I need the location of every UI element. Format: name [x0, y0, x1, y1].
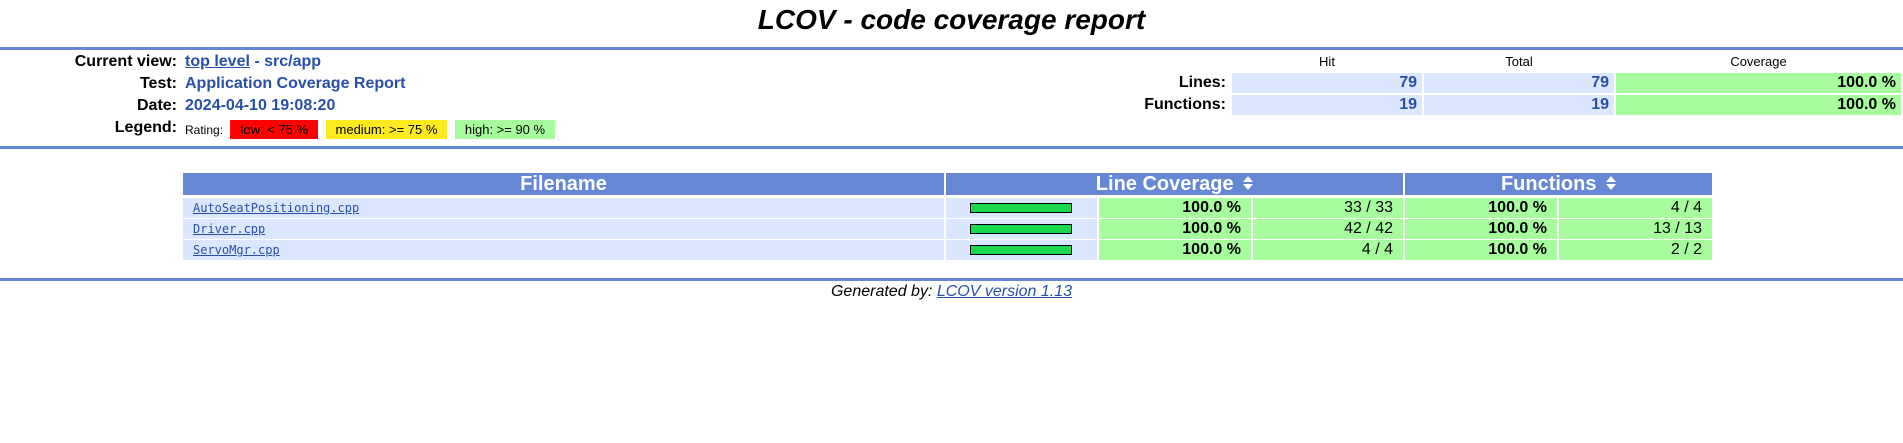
legend-low: low: < 75 % — [230, 120, 319, 139]
summary-lines-hit: 79 — [1232, 73, 1422, 93]
line-coverage-percent: 100.0 % — [1099, 198, 1251, 218]
legend-rating-label: Rating: — [185, 123, 224, 137]
current-view-value: top level - src/app — [185, 53, 321, 71]
coverage-bar — [970, 245, 1072, 255]
function-coverage-count: 13 / 13 — [1559, 219, 1712, 239]
summary-lines-total: 79 — [1424, 73, 1614, 93]
date-label: Date: — [136, 97, 177, 114]
filename-cell: AutoSeatPositioning.cpp — [183, 198, 944, 218]
col-line-coverage[interactable]: Line Coverage — [946, 173, 1403, 195]
summary-col-hit: Hit — [1319, 54, 1335, 69]
summary-functions-total: 19 — [1424, 95, 1614, 115]
header-ruler-bottom — [0, 146, 1903, 149]
coverage-bar-cell — [946, 240, 1097, 260]
line-coverage-count: 33 / 33 — [1253, 198, 1403, 218]
file-link[interactable]: ServoMgr.cpp — [193, 243, 280, 257]
line-coverage-percent: 100.0 % — [1099, 240, 1251, 260]
page-title: LCOV - code coverage report — [757, 4, 1146, 35]
file-link[interactable]: AutoSeatPositioning.cpp — [193, 201, 359, 215]
summary-functions-hit: 19 — [1232, 95, 1422, 115]
function-coverage-percent: 100.0 % — [1405, 240, 1557, 260]
col-filename-label: Filename — [520, 173, 607, 195]
legend-medium: medium: >= 75 % — [325, 120, 448, 139]
footer-prefix: Generated by: — [830, 283, 937, 300]
col-functions[interactable]: Functions — [1405, 173, 1712, 195]
test-value: Application Coverage Report — [185, 75, 406, 92]
test-label: Test: — [139, 75, 177, 92]
line-coverage-count: 4 / 4 — [1253, 240, 1403, 260]
summary-functions-label: Functions: — [1144, 96, 1226, 113]
current-view-path: - src/app — [249, 53, 322, 70]
coverage-bar — [970, 224, 1072, 234]
col-filename: Filename — [183, 173, 944, 195]
sort-icon[interactable] — [1606, 175, 1617, 191]
legend: Rating: low: < 75 % medium: >= 75 % high… — [185, 120, 556, 139]
current-view-label: Current view: — [74, 53, 177, 70]
summary-lines-label: Lines: — [1178, 74, 1226, 91]
sort-icon[interactable] — [1243, 175, 1254, 191]
filename-cell: Driver.cpp — [183, 219, 944, 239]
function-coverage-count: 4 / 4 — [1559, 198, 1712, 218]
top-level-link[interactable]: top level — [185, 53, 250, 70]
line-coverage-count: 42 / 42 — [1253, 219, 1403, 239]
function-coverage-percent: 100.0 % — [1405, 219, 1557, 239]
function-coverage-percent: 100.0 % — [1405, 198, 1557, 218]
header-ruler-top — [0, 47, 1903, 50]
lcov-version-link[interactable]: LCOV version 1.13 — [937, 283, 1072, 300]
line-coverage-percent: 100.0 % — [1099, 219, 1251, 239]
col-functions-label: Functions — [1500, 173, 1597, 195]
date-value: 2024-04-10 19:08:20 — [185, 97, 336, 114]
function-coverage-count: 2 / 2 — [1559, 240, 1712, 260]
summary-lines-coverage: 100.0 % — [1616, 73, 1901, 93]
col-line-coverage-label: Line Coverage — [1095, 173, 1234, 195]
summary-col-coverage: Coverage — [1730, 54, 1787, 69]
file-link[interactable]: Driver.cpp — [193, 222, 265, 236]
coverage-bar-cell — [946, 198, 1097, 218]
legend-high: high: >= 90 % — [454, 120, 556, 139]
legend-label: Legend: — [114, 119, 177, 136]
footer: Generated by: LCOV version 1.13 — [0, 283, 1903, 301]
coverage-bar — [970, 203, 1072, 213]
summary-col-total: Total — [1505, 54, 1533, 69]
footer-ruler — [0, 278, 1903, 281]
filename-cell: ServoMgr.cpp — [183, 240, 944, 260]
coverage-bar-cell — [946, 219, 1097, 239]
summary-functions-coverage: 100.0 % — [1616, 95, 1901, 115]
